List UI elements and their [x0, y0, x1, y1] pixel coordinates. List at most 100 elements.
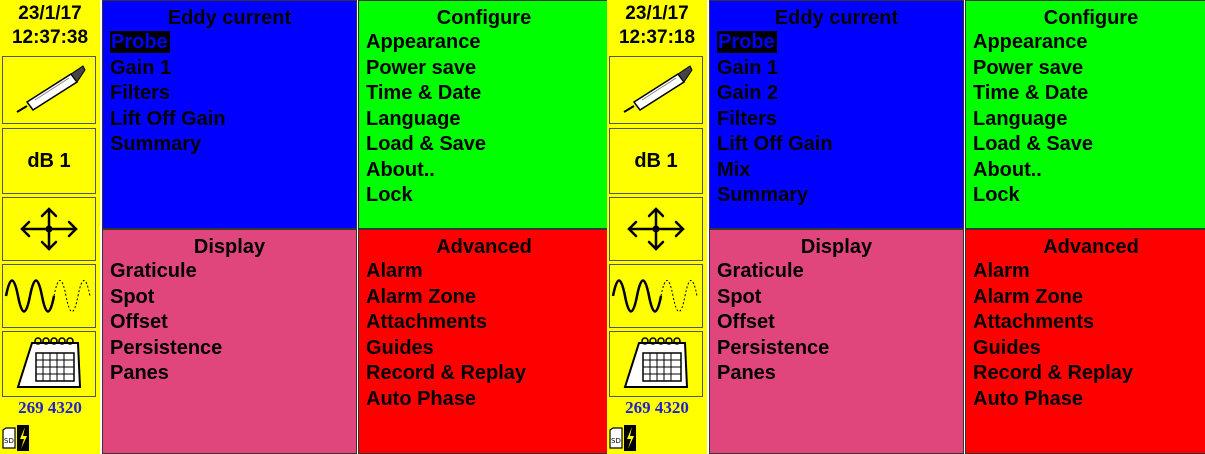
advanced-menu-item[interactable]: Record & Replay: [366, 361, 609, 387]
advanced-menu-item[interactable]: Guides: [366, 336, 609, 362]
charging-icon: [624, 425, 636, 451]
advanced-menu-item-label: Attachments: [973, 311, 1095, 333]
configure-menu-item[interactable]: About..: [366, 158, 609, 184]
display-menu-item-label: Spot: [717, 285, 762, 308]
display-title: Display: [193, 236, 266, 258]
eddy-menu-item[interactable]: Lift Off Gain: [110, 107, 356, 133]
status-icons: SD: [2, 424, 29, 452]
eddy-menu-item[interactable]: Mix: [717, 158, 963, 184]
waveform-icon: [4, 279, 91, 313]
eddy-menu-item-label: Lift Off Gain: [110, 107, 226, 130]
eddy-menu-item[interactable]: Gain 2: [717, 81, 963, 107]
eddy-menu-item[interactable]: Filters: [717, 107, 963, 133]
move-arrows-icon: [627, 207, 685, 251]
display-menu-item[interactable]: Graticule: [110, 259, 356, 285]
display-menu-item[interactable]: Spot: [110, 285, 356, 311]
display-menu-item-label: Offset: [110, 311, 168, 333]
gain-label: dB 1: [27, 149, 71, 172]
advanced-menu-item[interactable]: Alarm Zone: [366, 285, 609, 311]
display-menu-item-label: Graticule: [110, 260, 197, 282]
advanced-menu-item-label: Guides: [973, 336, 1041, 359]
eddy-current-pane: Eddy current Probe Gain 1 Filters Lift Off …: [102, 0, 357, 229]
advanced-menu-item-label: Alarm: [973, 260, 1030, 282]
configure-menu-item[interactable]: Time & Date: [973, 81, 1205, 107]
eddy-current-title: Eddy current: [167, 7, 292, 29]
move-button[interactable]: [2, 197, 96, 261]
configure-menu-item-label: About..: [973, 158, 1042, 181]
configure-menu-item[interactable]: Appearance: [366, 30, 609, 56]
configure-menu-item[interactable]: Power save: [366, 56, 609, 82]
display-menu-item[interactable]: Panes: [110, 361, 356, 387]
display-menu-item-label: Persistence: [717, 336, 830, 359]
advanced-menu-item[interactable]: Record & Replay: [973, 361, 1205, 387]
configure-menu-item[interactable]: Load & Save: [973, 132, 1205, 158]
advanced-menu-item-label: Alarm Zone: [973, 285, 1084, 308]
eddy-current-menu: Probe Gain 1 Gain 2 Filters Lift Off Gain Mix…: [710, 30, 963, 209]
eddy-menu-item[interactable]: Gain 1: [717, 56, 963, 82]
configure-menu-item[interactable]: Power save: [973, 56, 1205, 82]
eddy-menu-item-label: Summary: [110, 133, 202, 155]
configure-menu-item[interactable]: Load & Save: [366, 132, 609, 158]
advanced-menu-item[interactable]: Attachments: [973, 310, 1205, 336]
calendar-icon: [16, 337, 82, 388]
eddy-menu-item[interactable]: Lift Off Gain: [717, 132, 963, 158]
counter: 269 4320: [18, 398, 82, 417]
probe-button[interactable]: [609, 56, 703, 124]
eddy-menu-item-label: Gain 1: [717, 56, 779, 79]
time: 12:37:18: [618, 27, 696, 48]
status-icons: SD: [609, 424, 636, 452]
waveform-button[interactable]: [2, 264, 96, 328]
display-menu-item[interactable]: Panes: [717, 361, 963, 387]
advanced-menu: Alarm Alarm Zone Attachments Guides Record &…: [966, 259, 1205, 412]
gain-button[interactable]: dB 1: [2, 128, 96, 194]
eddy-current-pane: Eddy current Probe Gain 1 Gain 2 Filters Lif…: [709, 0, 964, 229]
calendar-button[interactable]: [609, 331, 703, 397]
eddy-menu-item[interactable]: Summary: [110, 132, 356, 158]
eddy-menu-item-label: Probe: [110, 31, 170, 53]
calendar-icon: [623, 337, 689, 388]
gain-button[interactable]: dB 1: [609, 128, 703, 194]
date: 23/1/17: [625, 3, 689, 24]
calendar-button[interactable]: [2, 331, 96, 397]
display-menu-item[interactable]: Offset: [717, 310, 963, 336]
display-menu-item[interactable]: Graticule: [717, 259, 963, 285]
advanced-menu-item[interactable]: Alarm Zone: [973, 285, 1205, 311]
display-menu-item[interactable]: Spot: [717, 285, 963, 311]
configure-menu-item-label: Appearance: [366, 31, 481, 53]
advanced-menu-item-label: Alarm: [366, 260, 423, 282]
display-menu-item[interactable]: Persistence: [717, 336, 963, 362]
svg-text:SD: SD: [611, 437, 621, 445]
advanced-menu-item[interactable]: Alarm: [366, 259, 609, 285]
configure-menu-item[interactable]: Lock: [973, 183, 1205, 209]
advanced-menu-item-label: Auto Phase: [366, 387, 477, 410]
display-menu-item[interactable]: Persistence: [110, 336, 356, 362]
eddy-menu-item[interactable]: Probe: [110, 30, 356, 56]
configure-menu-item[interactable]: Language: [973, 107, 1205, 133]
configure-menu-item[interactable]: About..: [973, 158, 1205, 184]
eddy-menu-item[interactable]: Filters: [110, 81, 356, 107]
advanced-menu-item[interactable]: Alarm: [973, 259, 1205, 285]
configure-menu-item[interactable]: Language: [366, 107, 609, 133]
display-pane: Display Graticule Spot Offset Persistence Pa…: [709, 229, 964, 454]
eddy-menu-item[interactable]: Gain 1: [110, 56, 356, 82]
waveform-button[interactable]: [609, 264, 703, 328]
configure-menu-item[interactable]: Lock: [366, 183, 609, 209]
sd-card-icon: SD: [609, 427, 623, 449]
eddy-menu-item[interactable]: Probe: [717, 30, 963, 56]
advanced-menu-item[interactable]: Auto Phase: [973, 387, 1205, 413]
eddy-menu-item[interactable]: Summary: [717, 183, 963, 209]
display-menu-item-label: Spot: [110, 285, 155, 308]
advanced-menu-item[interactable]: Attachments: [366, 310, 609, 336]
advanced-menu-item[interactable]: Auto Phase: [366, 387, 609, 413]
configure-menu-item-label: Lock: [973, 184, 1020, 206]
advanced-menu-item[interactable]: Guides: [973, 336, 1205, 362]
display-menu-item[interactable]: Offset: [110, 310, 356, 336]
sidebar: 23/1/17 12:37:38 dB 1 269 4320 SD: [0, 0, 100, 454]
configure-menu-item[interactable]: Time & Date: [366, 81, 609, 107]
configure-menu-item-label: Lock: [366, 184, 413, 206]
charging-icon: [17, 425, 29, 451]
move-button[interactable]: [609, 197, 703, 261]
probe-button[interactable]: [2, 56, 96, 124]
instrument-screen: 23/1/17 12:37:38 dB 1 269 4320 SD Eddy c…: [0, 0, 610, 454]
configure-menu-item[interactable]: Appearance: [973, 30, 1205, 56]
